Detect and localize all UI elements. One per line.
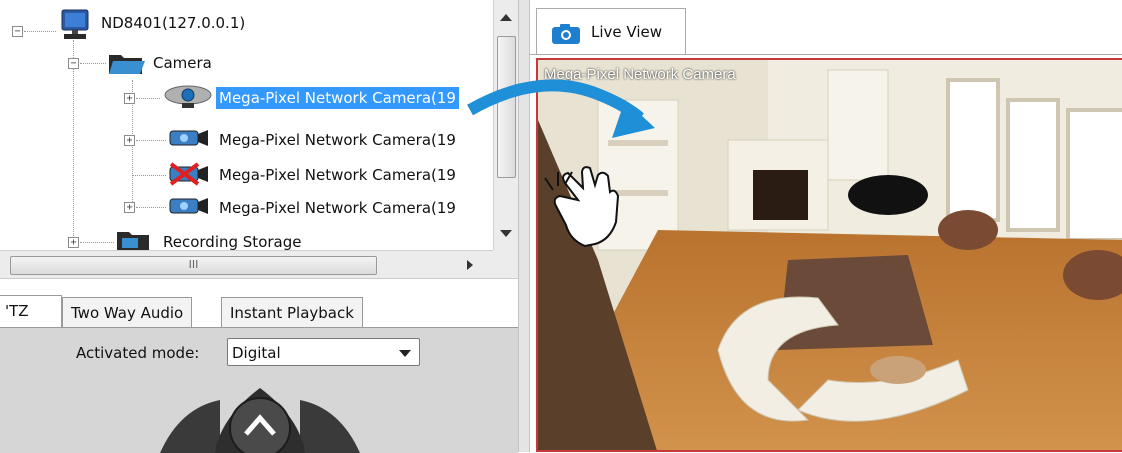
ptz-up-button [229,397,291,453]
tree-node-label: Mega-Pixel Network Camera(19 [219,131,456,149]
scroll-down-icon[interactable] [500,230,512,237]
camera-expander[interactable]: + [124,202,135,213]
tree-connector [24,31,56,32]
device-tree-pane: − ND8401(127.0.0.1) − Camera + Mega-Pixe… [0,0,519,453]
camera-disconnected-icon [169,162,208,186]
live-view-tab-label: Live View [591,23,662,41]
tree-node-label: Recording Storage [163,233,302,250]
tree-node-camera[interactable]: Mega-Pixel Network Camera(19 [216,197,459,219]
scroll-up-icon[interactable] [500,14,512,21]
tree-node-camera[interactable]: Mega-Pixel Network Camera(19 [216,164,459,186]
tree-node-recording-storage[interactable]: Recording Storage [160,231,304,250]
activated-mode-select[interactable]: Digital [227,338,420,366]
recording-storage-expander[interactable]: + [68,237,79,248]
device-tree: − ND8401(127.0.0.1) − Camera + Mega-Pixe… [0,0,493,250]
control-tab-strip: 'TZ Two Way Audio Instant Playback [0,278,518,329]
tree-node-camera[interactable]: Mega-Pixel Network Camera(19 [216,129,459,151]
tab-instant-playback[interactable]: Instant Playback [221,297,363,328]
camera-icon [552,24,580,44]
video-view[interactable]: Mega-Pixel Network Camera [536,58,1122,452]
tree-vertical-scrollbar[interactable] [493,0,519,250]
activated-mode-label: Activated mode: [76,344,200,362]
camera-feed-image [538,60,1122,450]
live-view-pane: Live View Mega-Pixel Network Camera [530,0,1122,452]
tab-ptz[interactable]: 'TZ [0,295,62,329]
ptz-direction-pad[interactable] [160,388,360,453]
tree-node-label: Camera [153,54,212,72]
tree-node-label: Mega-Pixel Network Camera(19 [219,199,456,217]
tree-connector [73,40,74,240]
camera-icon [169,130,208,146]
scrollbar-thumb[interactable] [497,36,516,178]
scrollbar-corner [493,250,518,278]
tree-node-camera-folder[interactable]: Camera [150,52,215,74]
scrollbar-grip: III [188,258,199,271]
tab-live-view[interactable]: Live View [536,8,686,55]
tree-node-root[interactable]: ND8401(127.0.0.1) [98,12,248,34]
camera-icon [169,198,208,214]
computer-icon [61,9,89,39]
tree-node-label: Mega-Pixel Network Camera(19 [219,166,456,184]
tree-connector [136,207,166,208]
scrollbar-thumb[interactable]: III [10,256,377,275]
tree-connector [80,242,114,243]
folder-open-icon [109,55,145,74]
video-camera-title: Mega-Pixel Network Camera [544,66,736,83]
camera-expander[interactable]: + [124,93,135,104]
scroll-right-icon[interactable] [467,260,473,270]
tab-baseline [530,54,1122,55]
tree-node-label: Mega-Pixel Network Camera(19 [216,87,459,109]
tree-connector [132,175,166,176]
camera-expander[interactable]: + [124,135,135,146]
camera-icon [164,85,212,108]
tree-node-label: ND8401(127.0.0.1) [101,14,246,32]
tree-connector [80,63,106,64]
tree-horizontal-scrollbar[interactable]: III [0,250,493,279]
pane-splitter[interactable] [518,0,530,452]
root-expander[interactable]: − [12,26,23,37]
chevron-down-icon [399,350,411,357]
tree-node-camera[interactable]: Mega-Pixel Network Camera(19 [216,87,459,109]
camera-folder-expander[interactable]: − [68,58,79,69]
folder-icon [117,232,149,250]
tab-two-way-audio[interactable]: Two Way Audio [62,297,193,328]
ptz-panel: Activated mode: Digital [0,327,518,453]
tree-connector [136,98,160,99]
tree-connector [136,140,166,141]
activated-mode-value: Digital [232,344,281,362]
